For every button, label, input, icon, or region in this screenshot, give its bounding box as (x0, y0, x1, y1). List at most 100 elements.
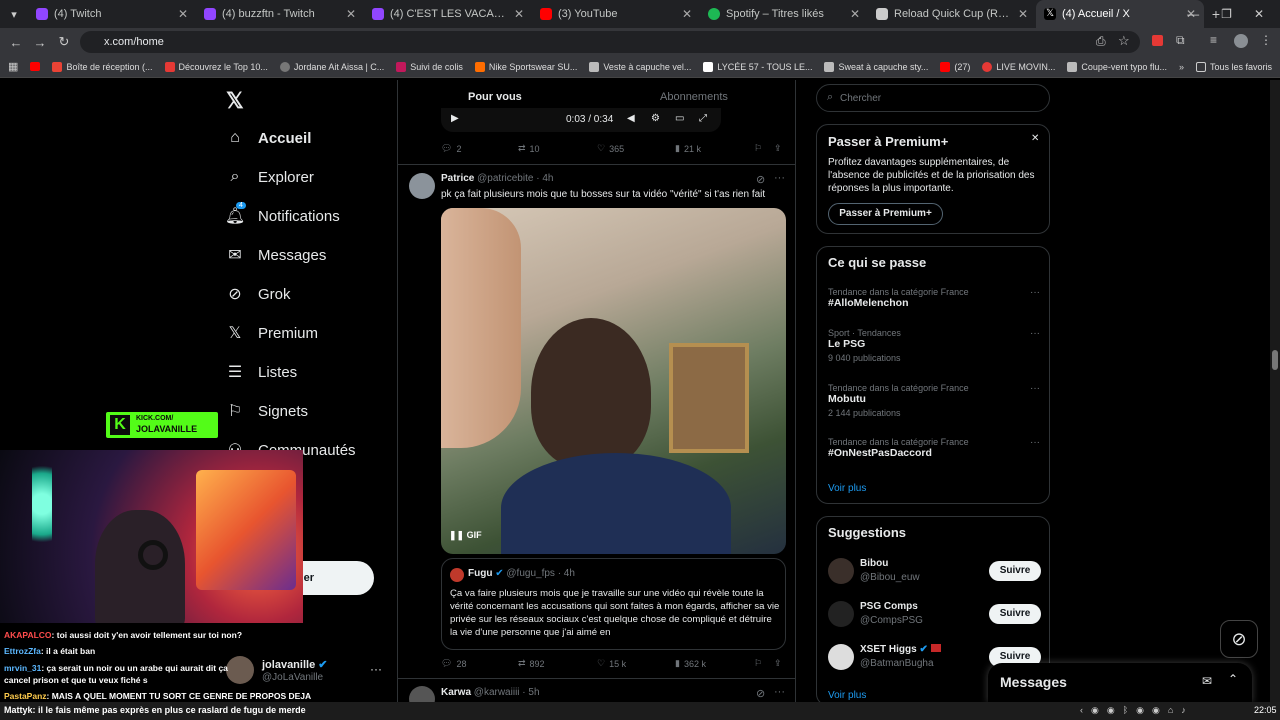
close-icon[interactable]: ✕ (1018, 7, 1028, 21)
quote-tweet[interactable]: Fugu ✔ @fugu_fps · 4h Ça va faire plusie… (441, 558, 786, 650)
suggestion-item[interactable]: PSG Comps @CompsPSG Suivre (817, 598, 1051, 634)
like-button[interactable]: ♡ 15 k (597, 658, 626, 669)
more-icon[interactable]: ··· (1030, 383, 1040, 394)
star-icon[interactable]: ☆ (1118, 33, 1130, 49)
bookmark-item[interactable]: Découvrez le Top 10... (164, 61, 268, 72)
search-input[interactable]: ⌕ Chercher (816, 84, 1050, 112)
bookmark-item[interactable]: Boîte de réception (... (52, 61, 153, 72)
forward-icon[interactable]: → (28, 35, 52, 50)
url-field[interactable]: x.com/home (80, 31, 1140, 53)
tray-chevron-icon[interactable]: ‹ (1080, 705, 1083, 716)
browser-tab[interactable]: Spotify – Titres likés ✕ (700, 0, 868, 28)
more-icon[interactable]: ··· (370, 662, 382, 676)
nav-item-notifications[interactable]: 🔔︎ 4 Notifications (225, 202, 340, 225)
trend-item[interactable]: Tendance dans la catégorie France #OnNest… (828, 437, 1040, 459)
suggestion-item[interactable]: Bibou @Bibou_euw Suivre (817, 555, 1051, 591)
media-icon[interactable]: ≡ (1210, 33, 1217, 47)
fullscreen-icon[interactable]: ⤢ (699, 113, 707, 124)
more-icon[interactable]: ··· (1030, 328, 1040, 339)
views-button[interactable]: ▮ 21 k (675, 143, 701, 154)
author-name[interactable]: Patrice (441, 173, 474, 184)
minimize-icon[interactable]: — (1187, 7, 1199, 21)
like-button[interactable]: ♡ 365 (597, 143, 624, 154)
bluetooth-icon[interactable]: ᛒ (1123, 705, 1128, 716)
nav-item-explore[interactable]: ⌕ Explorer (226, 168, 314, 186)
trend-item[interactable]: Sport · Tendances Le PSG 9 040 publication… (828, 328, 1040, 363)
author-handle[interactable]: @patricebite (477, 173, 533, 184)
share-button[interactable]: ⇪ (774, 658, 782, 669)
bookmark-item[interactable]: Jordane Ait Aissa | C... (279, 61, 384, 72)
bookmark-item[interactable]: Nike Sportswear SU... (474, 61, 577, 72)
trend-item[interactable]: Tendance dans la catégorie France Mobutu 2… (828, 383, 1040, 418)
bookmark-item[interactable]: (27) (940, 61, 970, 72)
browser-tab[interactable]: (4) Twitch ✕ (28, 0, 196, 28)
grok-icon[interactable]: ⊘ (756, 687, 765, 700)
browser-tab[interactable]: (4) buzzftn - Twitch ✕ (196, 0, 364, 28)
close-icon[interactable]: ✕ (178, 7, 188, 21)
all-bookmarks[interactable]: Tous les favoris (1195, 61, 1272, 72)
repost-button[interactable]: ⇄ 10 (518, 143, 540, 154)
nav-item-messages[interactable]: ✉ Messages (226, 246, 326, 265)
browser-tab[interactable]: Reload Quick Cup (Reload) in E ✕ (868, 0, 1036, 28)
bookmark-item[interactable]: Veste à capuche vel... (589, 61, 691, 72)
nav-item-grok[interactable]: ⊘ Grok (226, 285, 290, 304)
volume-icon[interactable]: ◀︎ (627, 113, 635, 124)
tray-app-icon[interactable]: ◉ (1107, 705, 1115, 716)
reply-button[interactable]: 💬︎ 2 (441, 143, 461, 154)
tweet-time[interactable]: · 4h (536, 173, 553, 184)
bookmark-item[interactable]: Suivi de colis (396, 61, 463, 72)
author-name[interactable]: Karwa (441, 687, 471, 698)
menu-icon[interactable]: ⋮ (1260, 33, 1272, 47)
bookmark-item[interactable]: Sweat à capuche sty... (824, 61, 928, 72)
follow-button[interactable]: Suivre (989, 561, 1041, 581)
browser-tab[interactable]: (4) C'EST LES VACANCES OMG! ✕ (364, 0, 532, 28)
clock[interactable]: 22:05 (1254, 705, 1277, 715)
extension-icon[interactable] (1152, 35, 1163, 46)
close-icon[interactable]: ✕ (346, 7, 356, 21)
close-icon[interactable]: ✕ (850, 7, 860, 21)
avatar[interactable] (409, 173, 435, 199)
grok-icon[interactable]: ⊘ (1220, 620, 1258, 658)
close-icon[interactable]: ✕ (682, 7, 692, 21)
author-handle[interactable]: @karwaiiii (474, 687, 520, 698)
more-icon[interactable]: ··· (774, 686, 785, 698)
nav-item-premium[interactable]: 𝕏 Premium (226, 324, 318, 343)
x-logo-icon[interactable]: 𝕏 (226, 88, 244, 114)
close-icon[interactable]: ✕ (1031, 133, 1039, 144)
more-bookmarks-icon[interactable]: » (1179, 62, 1184, 72)
maximize-icon[interactable]: ❐ (1221, 7, 1232, 21)
grok-icon[interactable]: ⊘ (756, 173, 765, 186)
youtube-bookmark-icon[interactable] (30, 62, 41, 71)
tweet-time[interactable]: · 5h (522, 687, 539, 698)
premium-button[interactable]: Passer à Premium+ (828, 203, 943, 225)
reply-button[interactable]: 💬︎ 28 (441, 658, 466, 669)
repost-button[interactable]: ⇄ 892 (518, 658, 545, 669)
scrollbar-thumb[interactable] (1272, 350, 1278, 370)
messages-drawer[interactable]: Messages ✉ ⌃ (988, 663, 1252, 703)
follow-button[interactable]: Suivre (989, 604, 1041, 624)
tab-search-icon[interactable]: ▾ (0, 0, 28, 28)
bookmark-button[interactable]: ⚐ (754, 143, 762, 154)
reload-icon[interactable]: ↻ (52, 34, 76, 50)
trend-item[interactable]: Tendance dans la catégorie France #AlloMe… (828, 287, 1040, 309)
play-icon[interactable]: ▶ (451, 113, 459, 124)
bookmark-item[interactable]: Coupe-vent typo flu... (1067, 61, 1167, 72)
nav-item-bookmarks[interactable]: ⚐ Signets (226, 402, 308, 421)
nav-item-home[interactable]: ⌂ Accueil (226, 129, 311, 147)
tray-app-icon[interactable]: ◉ (1136, 705, 1144, 716)
close-icon[interactable]: ✕ (514, 7, 524, 21)
tray-app-icon[interactable]: ◉ (1091, 705, 1099, 716)
views-button[interactable]: ▮ 362 k (675, 658, 706, 669)
tray-app-icon[interactable]: ◉ (1152, 705, 1160, 716)
chevron-up-icon[interactable]: ⌃ (1228, 672, 1238, 686)
nav-item-lists[interactable]: ☰ Listes (226, 363, 297, 382)
install-icon[interactable]: ⎙ (1096, 34, 1106, 49)
gif-media[interactable]: ❚❚ GIF (441, 208, 786, 554)
tab-for-you[interactable]: Pour vous (468, 91, 522, 103)
new-message-icon[interactable]: ✉ (1202, 674, 1212, 688)
pip-icon[interactable]: ▭ (675, 113, 684, 124)
bookmark-item[interactable]: LYCÉE 57 - TOUS LE... (703, 61, 812, 72)
more-icon[interactable]: ··· (1030, 437, 1040, 448)
scrollbar[interactable] (1270, 80, 1280, 702)
see-more-link[interactable]: Voir plus (828, 690, 866, 701)
